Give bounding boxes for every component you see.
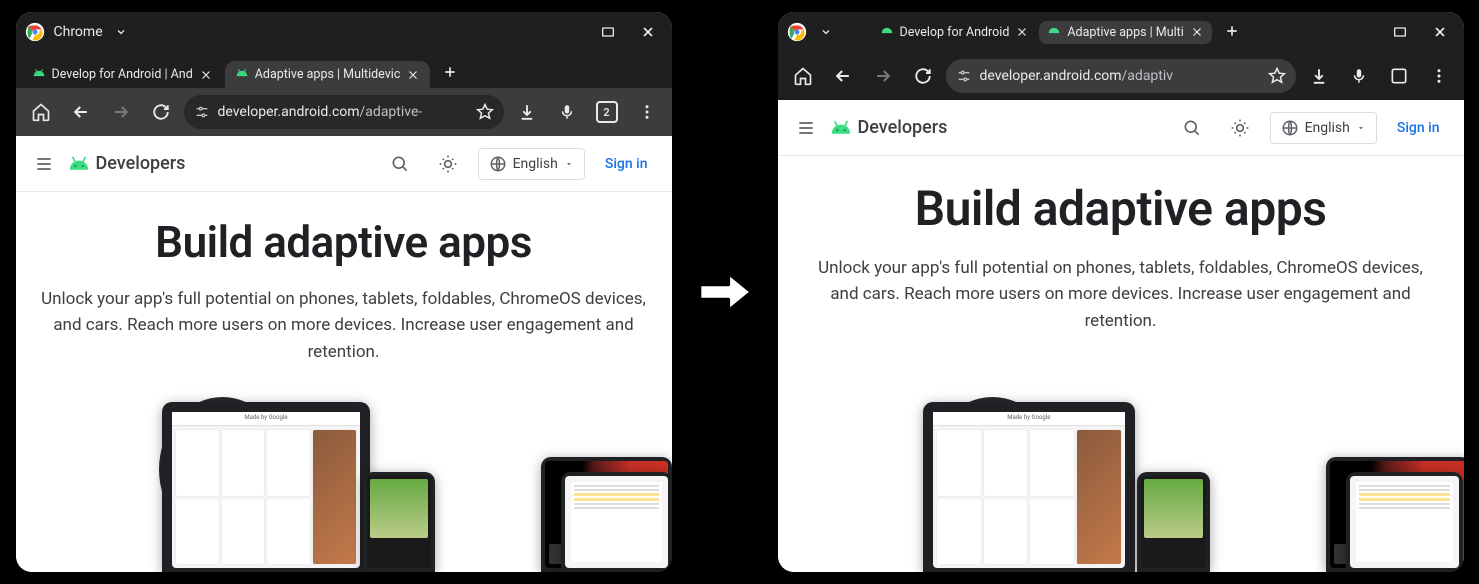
address-bar[interactable]: developer.android.com/adaptive-	[184, 95, 504, 129]
tab-strip: Develop for Android | And Adaptive apps …	[16, 52, 672, 88]
window-maximize-button[interactable]	[592, 16, 624, 48]
android-favicon-icon	[880, 25, 894, 39]
page-content: Developers English Sign in Build adaptiv…	[778, 100, 1464, 572]
laptop-titlebar: Made by Google	[172, 412, 361, 426]
hero-section: Build adaptive apps Unlock your app's fu…	[16, 192, 672, 572]
theme-toggle-button[interactable]	[1222, 110, 1258, 146]
chrome-icon	[786, 21, 808, 43]
site-settings-icon[interactable]	[194, 104, 210, 120]
sign-in-link[interactable]: Sign in	[1389, 114, 1448, 142]
home-button[interactable]	[786, 59, 820, 93]
new-tab-button[interactable]	[1218, 17, 1246, 45]
developers-logo[interactable]: Developers	[830, 117, 948, 138]
close-icon[interactable]	[1015, 25, 1029, 39]
star-icon[interactable]	[1268, 67, 1286, 85]
android-head-icon	[68, 156, 90, 172]
android-head-icon	[830, 120, 852, 136]
url-text: developer.android.com/adaptiv	[980, 68, 1260, 84]
page-content: Developers English Sign in Build adaptiv…	[16, 136, 672, 572]
hero-section: Build adaptive apps Unlock your app's fu…	[778, 156, 1464, 572]
tab-title: Adaptive apps | Multidevic	[255, 67, 401, 82]
arrow-right-icon	[690, 257, 760, 327]
url-text: developer.android.com/adaptive-	[218, 104, 468, 120]
close-icon[interactable]	[406, 68, 420, 82]
forward-button[interactable]	[866, 59, 900, 93]
hamburger-menu-button[interactable]	[794, 116, 818, 140]
laptop-titlebar: Made by Google	[933, 412, 1125, 426]
mic-icon[interactable]	[1342, 59, 1376, 93]
android-favicon-icon	[32, 68, 46, 82]
hero-body: Unlock your app's full potential on phon…	[811, 255, 1431, 334]
hamburger-menu-button[interactable]	[32, 152, 56, 176]
window-titlebar: Chrome	[16, 12, 672, 52]
address-bar[interactable]: developer.android.com/adaptiv	[946, 59, 1296, 93]
browser-tab[interactable]: Develop for Android | And	[22, 61, 223, 88]
language-label: English	[1305, 120, 1350, 136]
developers-logo[interactable]: Developers	[68, 153, 186, 174]
theme-toggle-button[interactable]	[430, 146, 466, 182]
search-button[interactable]	[382, 146, 418, 182]
hero-title: Build adaptive apps	[155, 216, 532, 268]
window-titlebar: Develop for Android Adaptive apps | Mult…	[778, 12, 1464, 52]
browser-tab-active[interactable]: Adaptive apps | Multi	[1039, 21, 1211, 44]
hero-devices: Made by Google	[16, 382, 672, 572]
reload-button[interactable]	[906, 59, 940, 93]
close-icon[interactable]	[199, 68, 213, 82]
chevron-down-icon[interactable]	[111, 26, 131, 38]
hero-devices: Made by Google	[778, 382, 1464, 572]
chevron-down-icon[interactable]	[816, 26, 836, 38]
globe-icon	[1281, 119, 1299, 137]
site-settings-icon[interactable]	[956, 68, 972, 84]
menu-button[interactable]	[630, 95, 664, 129]
chevron-down-icon	[564, 159, 574, 169]
home-button[interactable]	[24, 95, 58, 129]
hero-title: Build adaptive apps	[915, 180, 1327, 237]
star-icon[interactable]	[476, 103, 494, 121]
back-button[interactable]	[826, 59, 860, 93]
globe-icon	[489, 155, 507, 173]
language-selector[interactable]: English	[1270, 112, 1377, 144]
tab-title: Adaptive apps | Multi	[1067, 25, 1183, 40]
sign-in-link[interactable]: Sign in	[597, 150, 656, 178]
chrome-window-right: Develop for Android Adaptive apps | Mult…	[778, 12, 1464, 572]
browser-tab-active[interactable]: Adaptive apps | Multidevic	[225, 61, 431, 88]
browser-toolbar: developer.android.com/adaptiv	[778, 52, 1464, 100]
window-close-button[interactable]	[1424, 16, 1456, 48]
hero-body: Unlock your app's full potential on phon…	[40, 286, 648, 365]
site-header: Developers English Sign in	[778, 100, 1464, 156]
browser-tab[interactable]: Develop for Android	[872, 21, 1038, 44]
tab-title: Develop for Android | And	[52, 67, 193, 82]
reload-button[interactable]	[144, 95, 178, 129]
menu-button[interactable]	[1422, 59, 1456, 93]
download-icon[interactable]	[510, 95, 544, 129]
chevron-down-icon	[1356, 123, 1366, 133]
tab-title: Develop for Android	[900, 25, 1010, 40]
chrome-icon	[24, 21, 46, 43]
window-maximize-button[interactable]	[1384, 16, 1416, 48]
search-button[interactable]	[1174, 110, 1210, 146]
close-icon[interactable]	[1190, 25, 1204, 39]
new-tab-button[interactable]	[436, 58, 464, 86]
tab-switcher-button[interactable]	[1382, 59, 1416, 93]
forward-button[interactable]	[104, 95, 138, 129]
mic-icon[interactable]	[550, 95, 584, 129]
app-name: Chrome	[54, 24, 103, 40]
site-header: Developers English Sign in	[16, 136, 672, 192]
tab-switcher-button[interactable]: 2	[590, 95, 624, 129]
android-favicon-icon	[1047, 25, 1061, 39]
download-icon[interactable]	[1302, 59, 1336, 93]
android-favicon-icon	[235, 68, 249, 82]
language-selector[interactable]: English	[478, 148, 585, 180]
window-close-button[interactable]	[632, 16, 664, 48]
back-button[interactable]	[64, 95, 98, 129]
chrome-window-left: Chrome Develop for Android | And Adaptiv…	[16, 12, 672, 572]
browser-toolbar: developer.android.com/adaptive- 2	[16, 88, 672, 136]
brand-text: Developers	[96, 153, 186, 174]
language-label: English	[513, 156, 558, 172]
brand-text: Developers	[858, 117, 948, 138]
